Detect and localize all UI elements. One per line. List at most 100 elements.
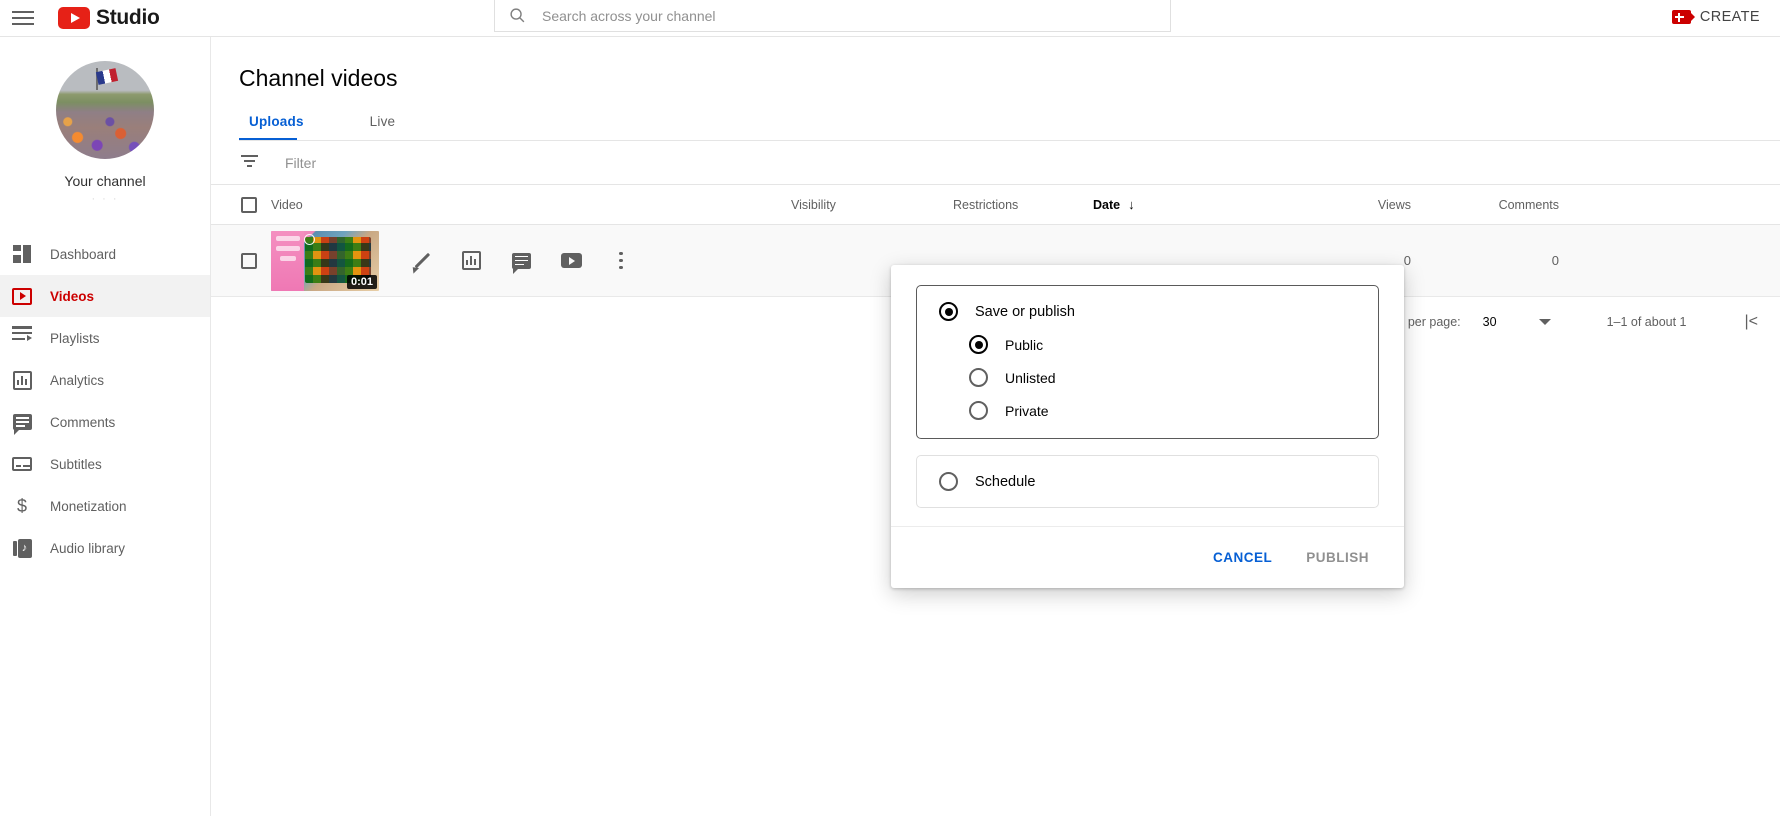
- radio-save-or-publish[interactable]: [939, 302, 958, 321]
- radio-public[interactable]: [969, 335, 988, 354]
- row-checkbox[interactable]: [241, 252, 257, 269]
- playlists-icon: [10, 326, 34, 350]
- first-page-icon[interactable]: |<: [1745, 313, 1759, 331]
- sort-descending-icon: ↓: [1128, 197, 1135, 212]
- cancel-button[interactable]: CANCEL: [1203, 542, 1282, 573]
- option-label: Save or publish: [975, 303, 1075, 320]
- search-bar[interactable]: [494, 0, 1171, 32]
- sidebar-item-comments[interactable]: Comments: [0, 401, 210, 443]
- sidebar-item-playlists[interactable]: Playlists: [0, 317, 210, 359]
- option-label: Public: [1005, 336, 1044, 353]
- filter-bar: [211, 141, 1780, 185]
- radio-schedule[interactable]: [939, 472, 958, 491]
- option-save-or-publish[interactable]: Save or publish: [917, 302, 1378, 321]
- studio-brand[interactable]: Studio: [58, 6, 160, 30]
- sidebar-item-label: Dashboard: [50, 246, 117, 262]
- sidebar-item-analytics[interactable]: Analytics: [0, 359, 210, 401]
- column-header-views: Views: [1377, 197, 1411, 212]
- create-button[interactable]: CREATE: [1660, 0, 1772, 34]
- column-header-visibility: Visibility: [791, 197, 836, 212]
- option-label: Private: [1005, 402, 1049, 419]
- create-button-label: CREATE: [1699, 9, 1760, 25]
- tab-live[interactable]: Live: [360, 114, 406, 141]
- select-all-checkbox[interactable]: [241, 196, 257, 213]
- option-label: Schedule: [975, 473, 1036, 490]
- content-tabs: Uploads Live: [239, 114, 1780, 141]
- column-header-restrictions: Restrictions: [953, 197, 1019, 212]
- channel-name: Your channel: [64, 173, 146, 189]
- analytics-icon: [10, 368, 34, 392]
- schedule-group[interactable]: Schedule: [916, 455, 1379, 508]
- sidebar: Your channel · · · Dashboard Videos Play…: [0, 37, 211, 816]
- tab-label: Uploads: [249, 114, 304, 129]
- edit-pencil-icon[interactable]: [409, 249, 433, 274]
- tabs-divider: [239, 140, 1780, 141]
- videos-icon: [10, 284, 34, 308]
- row-comments: 0: [1551, 253, 1559, 268]
- filter-input[interactable]: [285, 154, 585, 171]
- youtube-studio-app: Studio CREATE Your channel · · ·: [0, 0, 1780, 816]
- sidebar-item-subtitles[interactable]: Subtitles: [0, 443, 210, 485]
- pagination-range: 1–1 of about 1: [1606, 315, 1687, 329]
- sidebar-item-label: Comments: [50, 414, 116, 430]
- filter-icon[interactable]: [239, 155, 259, 170]
- sidebar-item-videos[interactable]: Videos: [0, 275, 210, 317]
- comments-bubble-icon[interactable]: [509, 249, 533, 274]
- analytics-bar-icon[interactable]: [459, 249, 483, 273]
- top-bar: Studio CREATE: [0, 0, 1780, 37]
- column-header-date[interactable]: Date ↓: [1093, 197, 1289, 212]
- video-camera-plus-icon: [1671, 10, 1695, 24]
- sidebar-item-audio-library[interactable]: ♪ Audio library: [0, 527, 210, 569]
- column-header-comments: Comments: [1498, 197, 1559, 212]
- radio-private[interactable]: [969, 401, 988, 420]
- row-action-buttons: [409, 249, 633, 274]
- hamburger-menu-icon[interactable]: [10, 7, 36, 29]
- sidebar-item-monetization[interactable]: $ Monetization: [0, 485, 210, 527]
- column-header-video: Video: [271, 197, 303, 212]
- option-label: Unlisted: [1005, 369, 1056, 386]
- brand-label: Studio: [96, 6, 160, 29]
- sidebar-item-label: Monetization: [50, 498, 127, 514]
- dialog-actions: CANCEL PUBLISH: [891, 526, 1404, 588]
- youtube-play-icon: [58, 7, 90, 29]
- channel-subtext: · · ·: [91, 193, 119, 205]
- option-public[interactable]: Public: [917, 335, 1378, 354]
- page-title: Channel videos: [239, 65, 398, 91]
- publish-button[interactable]: PUBLISH: [1296, 542, 1379, 573]
- youtube-play-icon[interactable]: [559, 249, 583, 273]
- tab-label: Live: [369, 114, 396, 129]
- dashboard-icon: [10, 242, 34, 266]
- radio-unlisted[interactable]: [969, 368, 988, 387]
- monetization-icon: $: [16, 496, 27, 516]
- row-select-cell: [211, 252, 271, 269]
- video-duration: 0:01: [346, 274, 377, 289]
- audio-library-icon: ♪: [10, 536, 34, 560]
- select-all-cell: [211, 196, 271, 213]
- rows-per-page-value[interactable]: 30: [1483, 315, 1497, 329]
- more-options-icon[interactable]: [609, 249, 633, 273]
- option-schedule[interactable]: Schedule: [917, 472, 1378, 491]
- sidebar-item-label: Subtitles: [50, 456, 102, 472]
- table-header: Video Visibility Restrictions Date ↓ Vie…: [211, 185, 1780, 225]
- chevron-down-icon[interactable]: [1538, 319, 1551, 325]
- column-header-date-label: Date: [1093, 197, 1121, 212]
- sidebar-item-label: Playlists: [50, 330, 100, 346]
- option-unlisted[interactable]: Unlisted: [917, 368, 1378, 387]
- search-icon: [510, 8, 525, 23]
- sidebar-item-label: Videos: [50, 288, 95, 304]
- tab-uploads[interactable]: Uploads: [239, 114, 314, 141]
- subtitles-icon: [10, 452, 34, 476]
- option-private[interactable]: Private: [917, 401, 1378, 420]
- sidebar-item-label: Audio library: [50, 540, 126, 556]
- channel-avatar-image[interactable]: [56, 61, 154, 159]
- sidebar-item-label: Analytics: [50, 372, 105, 388]
- video-thumbnail[interactable]: 0:01: [271, 230, 379, 291]
- channel-block[interactable]: Your channel · · ·: [0, 37, 210, 205]
- row-video-cell: 0:01: [271, 230, 791, 291]
- visibility-dialog: Save or publish Public Unlisted Private …: [891, 265, 1404, 588]
- search-input[interactable]: [542, 7, 1170, 24]
- sidebar-nav: Dashboard Videos Playlists Analytics Com…: [0, 233, 210, 569]
- sidebar-item-dashboard[interactable]: Dashboard: [0, 233, 210, 275]
- comments-icon: [10, 410, 34, 435]
- save-or-publish-group[interactable]: Save or publish Public Unlisted Private: [916, 285, 1379, 439]
